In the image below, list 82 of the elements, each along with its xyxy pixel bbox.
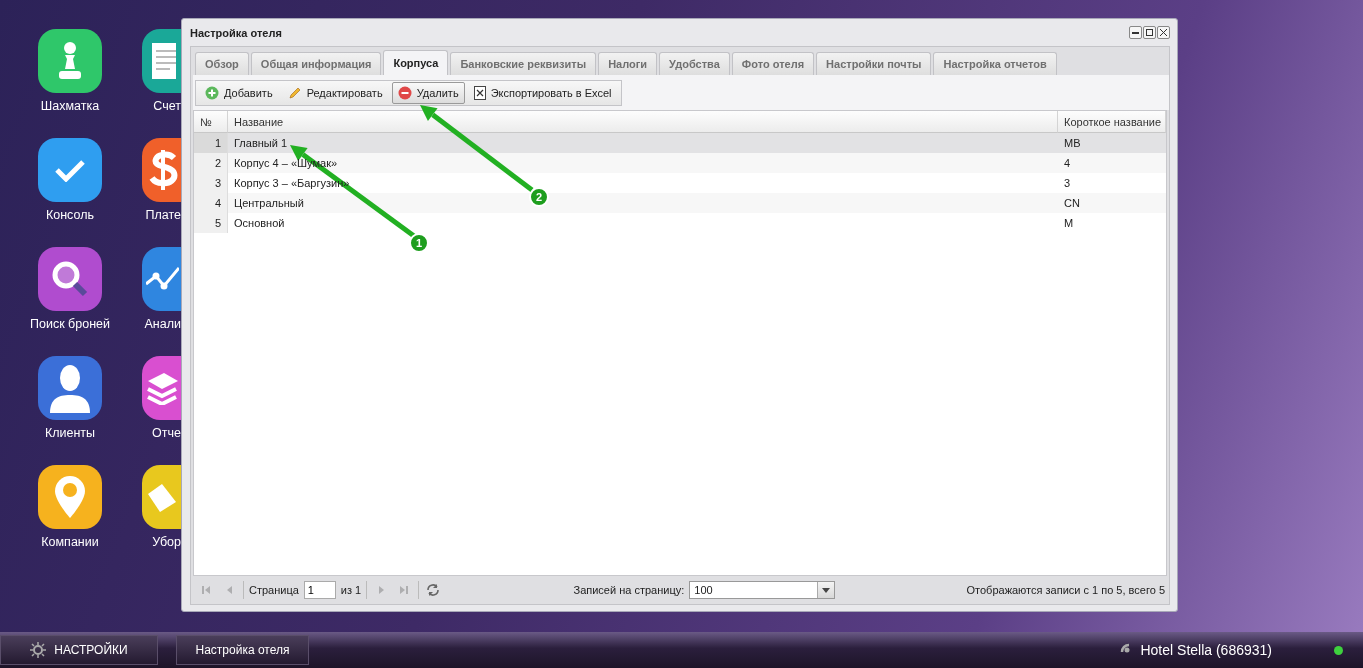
page-field[interactable]: 1 — [303, 581, 336, 599]
table-cell: MB — [1064, 137, 1081, 149]
app-tile[interactable] — [38, 138, 102, 202]
table-cell: 4 — [214, 197, 221, 209]
table-cell: CN — [1064, 197, 1080, 209]
tab[interactable]: Удобства — [659, 52, 730, 75]
gear-icon — [30, 642, 47, 658]
table-cell: Центральный — [234, 197, 304, 209]
app-label: Шахматка — [40, 99, 100, 113]
records-summary: Отображаются записи с 1 по 5, всего 5 — [966, 584, 1165, 596]
minimize-button[interactable] — [1129, 26, 1142, 39]
table-cell: 4 — [1064, 157, 1071, 169]
spreadsheet-icon — [473, 86, 486, 100]
column-header[interactable]: Короткое название — [1058, 111, 1166, 133]
minimize-icon — [1132, 31, 1139, 34]
refresh-icon — [426, 583, 441, 597]
tab[interactable]: Налоги — [598, 52, 658, 75]
toolbar-button[interactable]: Экспортировать в Excel — [467, 82, 618, 104]
tab[interactable]: Корпуса — [383, 50, 449, 75]
tab[interactable]: Фото отеля — [731, 52, 815, 75]
app-label: Отче — [152, 426, 181, 440]
app-tile[interactable] — [142, 356, 181, 420]
table-cell: 1 — [214, 137, 221, 149]
tab[interactable]: Банковские реквизиты — [450, 52, 597, 75]
app-label: Поиск броней — [30, 317, 110, 331]
maximize-icon — [1146, 29, 1153, 36]
books-icon — [146, 371, 178, 405]
next-page-icon — [378, 586, 384, 594]
table-cell: 5 — [214, 217, 221, 229]
app-tile[interactable] — [142, 465, 181, 529]
tab[interactable]: Настройка отчетов — [933, 52, 1057, 75]
table-cell: M — [1064, 217, 1074, 229]
app-tile[interactable] — [38, 29, 102, 93]
page-count: из 1 — [340, 584, 362, 596]
toolbar-button[interactable]: Добавить — [199, 82, 279, 104]
hotel-name: Hotel Stella (686931) — [1140, 642, 1272, 658]
app-label: Убор — [152, 535, 181, 549]
toolbar-button[interactable]: Удалить — [391, 82, 465, 104]
table-cell: 3 — [1064, 177, 1071, 189]
per-page-select[interactable]: 100 — [689, 581, 836, 599]
app-label: Клиенты — [44, 426, 96, 440]
page-label: Страница — [249, 584, 299, 596]
app-tile[interactable] — [38, 356, 102, 420]
pin-icon — [53, 474, 87, 520]
app-label: Компании — [41, 535, 99, 549]
chart-icon — [146, 266, 179, 292]
toolbar-button[interactable]: Редактировать — [281, 82, 389, 104]
table-cell: Основной — [234, 217, 285, 229]
app-tile[interactable] — [142, 138, 181, 202]
app-label: Консоль — [46, 208, 94, 222]
app-label: Счет — [153, 99, 181, 113]
start-button[interactable]: НАСТРОЙКИ — [0, 635, 158, 665]
maximize-button[interactable] — [1143, 26, 1156, 39]
table-cell: 2 — [214, 157, 221, 169]
delete-icon — [397, 86, 412, 100]
taskbar-button[interactable]: Настройка отеля — [176, 635, 309, 665]
table-cell: 3 — [214, 177, 221, 189]
table-cell: Главный 1 — [234, 137, 288, 149]
add-icon — [205, 86, 219, 100]
app-tile[interactable] — [38, 247, 102, 311]
close-icon — [1160, 29, 1167, 36]
tab[interactable]: Обзор — [195, 52, 249, 75]
search-icon — [50, 259, 90, 299]
app-tile[interactable] — [142, 247, 181, 311]
last-page-icon — [400, 586, 409, 594]
pencil-icon — [287, 86, 302, 100]
tab[interactable]: Настройки почты — [816, 52, 932, 75]
app-label: Анали — [144, 317, 181, 331]
column-header[interactable]: № — [194, 111, 228, 133]
caret-icon — [822, 587, 831, 593]
app-tile[interactable] — [38, 465, 102, 529]
tab[interactable]: Общая информация — [250, 52, 382, 75]
person-icon — [48, 363, 92, 413]
window-title: Настройка отеля — [190, 26, 282, 39]
first-page-icon — [202, 586, 210, 594]
check-icon — [54, 158, 86, 182]
column-header[interactable]: Название — [228, 111, 1058, 133]
app-tile[interactable] — [142, 29, 181, 93]
previous-page-icon — [226, 586, 232, 594]
per-page-label: Записей на страницу: — [573, 584, 685, 596]
close-button[interactable] — [1157, 26, 1170, 39]
app-label: Плате — [145, 208, 181, 222]
